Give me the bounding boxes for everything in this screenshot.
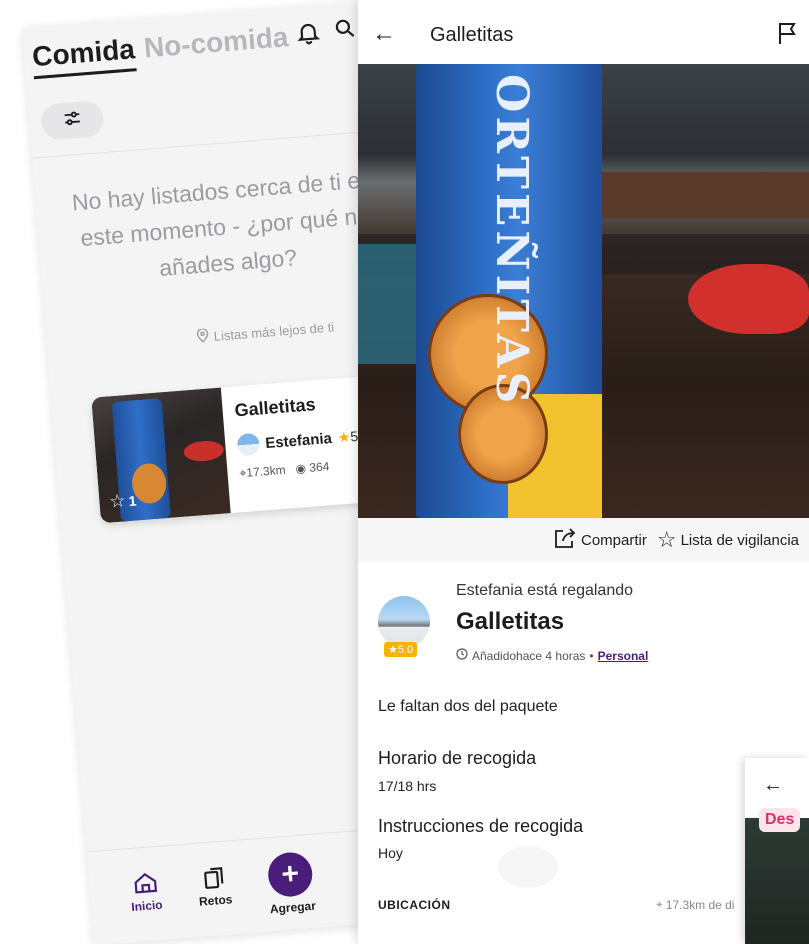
share-button[interactable]: Compartir — [553, 527, 647, 553]
avatar[interactable] — [378, 596, 430, 648]
tab-food[interactable]: Comida — [31, 33, 136, 73]
nav-challenges-label: Retos — [198, 892, 233, 909]
listing-title: Galletitas — [233, 394, 317, 421]
item-name: Galletitas — [456, 608, 565, 635]
likes-count: 1 — [127, 492, 137, 509]
rating-badge-value: 5.0 — [397, 644, 414, 656]
location-pin-icon — [196, 328, 209, 346]
thumb-red-object — [183, 439, 225, 463]
pickup-time-value: 17/18 hrs — [378, 778, 437, 794]
filter-button[interactable] — [40, 99, 105, 141]
rating-badge: ★5.0 — [384, 642, 418, 657]
detail-title: Galletitas — [430, 24, 514, 46]
location-label: UBICACIÓN — [378, 898, 451, 912]
photo-brand-text: ORTEÑITAS — [486, 74, 537, 408]
listing-likes[interactable]: ☆ 1 — [109, 490, 138, 513]
eye-icon: ◉ — [295, 461, 307, 476]
home-icon — [131, 869, 159, 900]
location-distance: ⌖ 17.3km de di — [656, 897, 734, 912]
clock-icon — [456, 648, 468, 663]
listing-distance-value: 17.3km — [245, 462, 287, 480]
status-badge: Des — [759, 808, 801, 832]
share-icon — [553, 527, 577, 553]
star-outline-icon: ☆ — [108, 490, 127, 512]
separator-dot: • — [589, 648, 594, 663]
listing-user: Estefania ★5.0 — [236, 424, 371, 457]
far-listings-label: Listas más lejos de ti — [213, 319, 335, 344]
actions-bar: Compartir ☆ Lista de vigilancia — [358, 518, 809, 562]
star-icon: ★ — [388, 644, 398, 656]
photo-shelf — [588, 172, 809, 218]
added-info: Añadidohace 4 horas • Personal — [456, 648, 648, 663]
listing-meta: ⌖17.3km ◉ 364 — [239, 459, 330, 481]
plus-icon: + — [266, 850, 314, 899]
nav-add-label: Agregar — [269, 898, 317, 917]
flag-icon[interactable] — [776, 20, 800, 51]
detail-top-bar: ← Galletitas — [358, 0, 809, 64]
back-arrow-icon[interactable]: ← — [763, 774, 783, 797]
third-photo — [745, 818, 809, 944]
listing-user-name: Estefania — [264, 429, 333, 452]
description: Le faltan dos del paquete — [378, 698, 558, 715]
giving-text: Estefania está regalando — [456, 582, 634, 599]
listing-detail-screen: ← Galletitas ORTEÑITAS Compartir ☆ Lista… — [358, 0, 809, 944]
bell-icon[interactable] — [294, 19, 322, 47]
third-screen-fragment: ← Des — [745, 758, 809, 944]
empty-message: No hay listados cerca de ti en este mome… — [70, 165, 374, 281]
listing-views: ◉ 364 — [295, 459, 330, 477]
back-arrow-icon[interactable]: ← — [372, 20, 396, 48]
nav-home-label: Inicio — [130, 897, 164, 915]
listing-thumbnail: ☆ 1 — [91, 387, 231, 524]
location-pin-icon: ⌖ — [656, 897, 663, 911]
cards-icon — [200, 864, 228, 895]
far-listings-link[interactable]: Listas más lejos de ti — [196, 318, 335, 346]
home-header: Comida No-comida — [22, 1, 372, 108]
avatar — [236, 432, 261, 457]
share-label: Compartir — [581, 531, 647, 549]
nav-home[interactable]: Inicio — [128, 869, 163, 914]
background-blur — [498, 846, 558, 888]
watchlist-button[interactable]: ☆ Lista de vigilancia — [657, 527, 799, 553]
star-outline-icon: ☆ — [656, 527, 677, 552]
added-time: Añadidohace 4 horas — [472, 648, 586, 663]
nav-add[interactable]: + Agregar — [266, 850, 317, 917]
photo-red-object — [688, 264, 809, 334]
sliders-icon — [60, 106, 84, 135]
category-link[interactable]: Personal — [598, 649, 649, 663]
pickup-instructions-title: Instrucciones de recogida — [378, 816, 584, 836]
search-icon[interactable] — [332, 16, 360, 44]
location-distance-value: 17.3km de di — [665, 897, 735, 912]
watchlist-label: Lista de vigilancia — [680, 531, 799, 549]
pickup-time-title: Horario de recogida — [378, 748, 537, 768]
nav-challenges[interactable]: Retos — [196, 863, 233, 909]
listing-views-value: 364 — [308, 459, 330, 475]
listing-photo[interactable]: ORTEÑITAS — [358, 64, 809, 518]
tab-non-food[interactable]: No-comida — [143, 21, 290, 64]
pickup-instructions-value: Hoy — [378, 845, 403, 861]
listing-distance: ⌖17.3km — [239, 463, 286, 482]
